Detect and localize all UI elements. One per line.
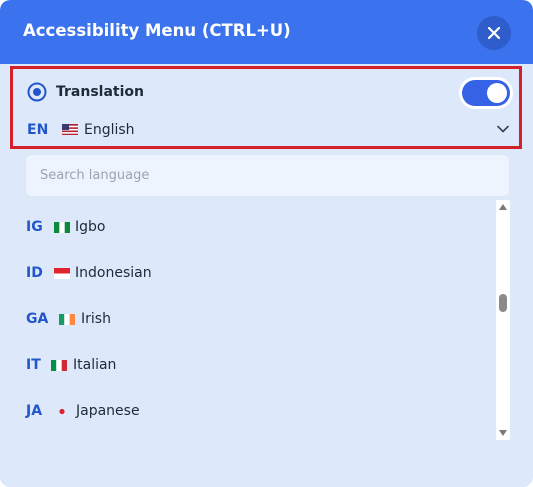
language-code: ID [26, 265, 43, 281]
language-code: IG [26, 219, 43, 235]
menu-title: Accessibility Menu (CTRL+U) [23, 21, 291, 40]
scroll-down-arrow-icon[interactable] [499, 430, 507, 436]
language-code: JA [26, 403, 43, 419]
language-select[interactable]: EN English [13, 115, 519, 145]
toggle-knob [487, 83, 507, 103]
menu-header: Accessibility Menu (CTRL+U) [0, 0, 533, 64]
language-name: Irish [81, 311, 111, 327]
language-name: Italian [73, 357, 117, 373]
radio-selected-icon[interactable] [27, 82, 47, 102]
translation-label: Translation [56, 84, 144, 100]
selected-language-name: English [84, 122, 135, 138]
flag-us-icon [62, 124, 78, 135]
close-button[interactable] [477, 16, 511, 50]
scrollbar-thumb[interactable] [499, 294, 507, 312]
translation-section: Translation EN English [10, 66, 522, 149]
accessibility-menu-panel: Accessibility Menu (CTRL+U) Translation … [0, 0, 533, 487]
list-item-irish[interactable]: GA Irish [0, 303, 490, 337]
language-name: Japanese [76, 403, 140, 419]
flag-ireland-icon [59, 314, 75, 325]
search-language-input[interactable] [25, 154, 510, 197]
language-code: IT [26, 357, 41, 373]
translation-toggle[interactable] [459, 77, 513, 109]
language-name: Indonesian [75, 265, 152, 281]
list-item-indonesian[interactable]: ID Indonesian [0, 257, 490, 291]
list-item-japanese[interactable]: JA Japanese [0, 395, 490, 429]
list-item-igbo[interactable]: IG Igbo [0, 211, 490, 245]
language-name: Igbo [75, 219, 106, 235]
chevron-down-icon [497, 125, 509, 133]
flag-japan-icon [59, 408, 65, 415]
flag-italy-icon [51, 360, 67, 371]
language-list: IG Igbo ID Indonesian GA Irish IT Italia… [0, 205, 490, 435]
close-icon [488, 27, 500, 39]
list-item-italian[interactable]: IT Italian [0, 349, 490, 383]
language-list-scrollbar[interactable] [496, 200, 510, 440]
selected-language-code: EN [27, 122, 49, 138]
flag-indonesia-icon [54, 268, 70, 279]
toggle-track [462, 80, 510, 106]
scroll-up-arrow-icon[interactable] [499, 204, 507, 210]
language-code: GA [26, 311, 49, 327]
flag-nigeria-icon [54, 222, 70, 233]
